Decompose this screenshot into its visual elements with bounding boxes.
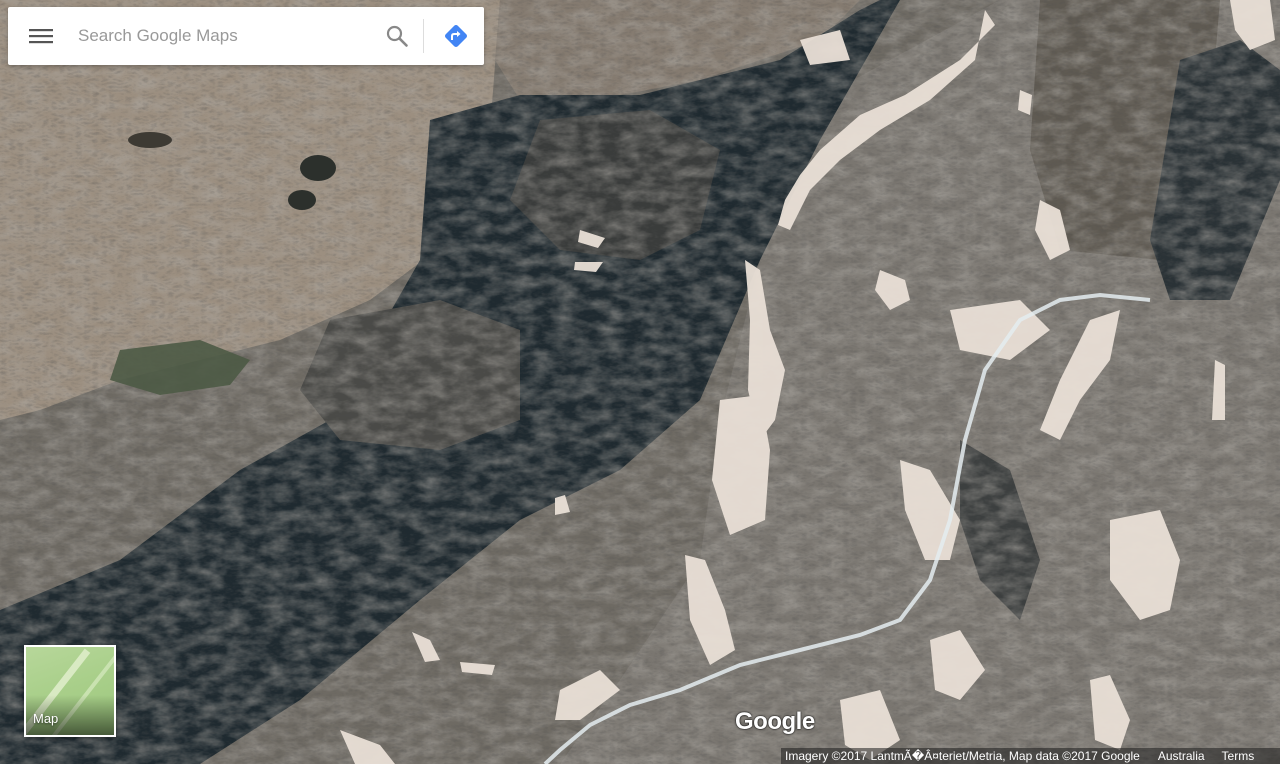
satellite-imagery bbox=[0, 0, 1280, 764]
imagery-attribution: Imagery ©2017 LantmÃ�Â¤teriet/Metria, Ma… bbox=[785, 749, 1140, 763]
google-logo: Google bbox=[735, 708, 815, 735]
region-link[interactable]: Australia bbox=[1158, 749, 1205, 763]
attribution-bar: Imagery ©2017 LantmÃ�Â¤teriet/Metria, Ma… bbox=[781, 748, 1280, 764]
map-layer-toggle[interactable]: Map bbox=[24, 645, 116, 737]
terms-link[interactable]: Terms bbox=[1222, 749, 1255, 763]
directions-icon bbox=[445, 25, 467, 47]
search-divider bbox=[423, 19, 424, 53]
search-icon bbox=[386, 25, 408, 47]
hamburger-menu-icon bbox=[29, 29, 53, 44]
directions-button[interactable] bbox=[428, 7, 484, 65]
map-canvas[interactable] bbox=[0, 0, 1280, 764]
map-layer-label: Map bbox=[33, 711, 59, 726]
menu-button[interactable] bbox=[8, 7, 74, 65]
search-input[interactable] bbox=[66, 16, 373, 56]
search-box bbox=[8, 7, 484, 65]
search-button[interactable] bbox=[373, 7, 421, 65]
